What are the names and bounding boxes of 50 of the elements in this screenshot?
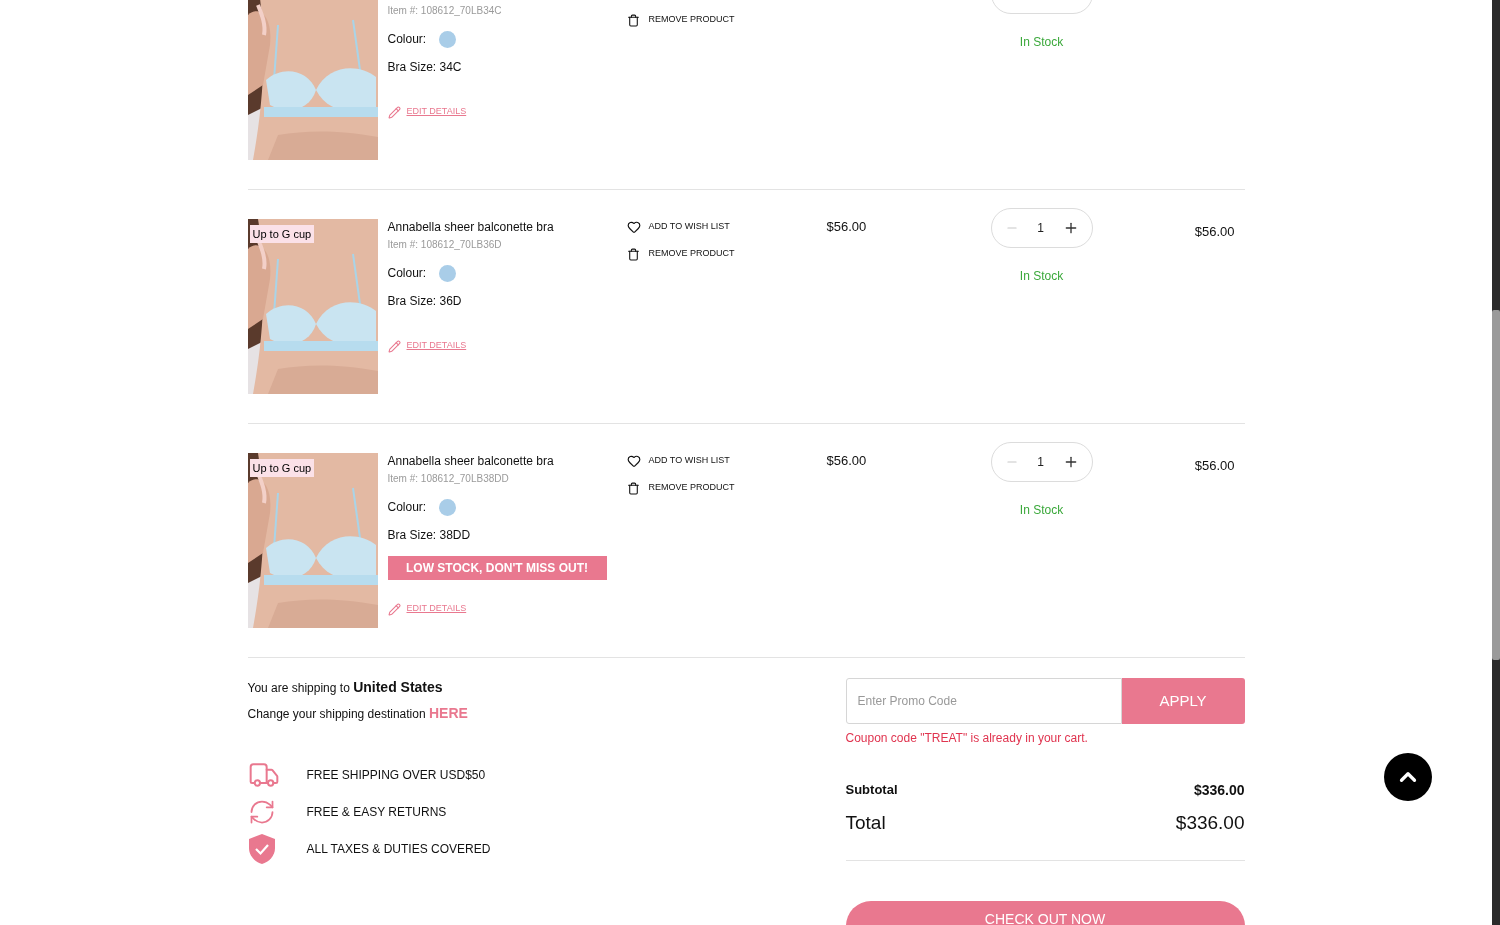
feature-text: ALL TAXES & DUTIES COVERED (306, 840, 491, 858)
pencil-icon (387, 602, 401, 616)
trash-icon (626, 13, 640, 27)
total-label: Total (845, 810, 886, 835)
change-destination-text: Change your shipping destination HERE (247, 704, 469, 723)
low-stock-banner: LOW STOCK, DON'T MISS OUT! (387, 556, 607, 580)
heart-icon (626, 220, 641, 234)
product-name: Annabella sheer balconette bra (387, 453, 555, 469)
item-number: Item #: 108612_70LB38DD (387, 472, 510, 486)
feature-text: FREE & EASY RETURNS (306, 803, 447, 821)
quantity-value: 1 (1037, 220, 1044, 237)
add-to-wish-list-button[interactable]: ADD TO WISH LIST (626, 453, 817, 469)
stock-status: In Stock (1019, 34, 1064, 50)
add-to-wish-list-button[interactable]: ADD TO WISH LIST (626, 219, 817, 235)
shield-check-icon (247, 832, 276, 865)
feature-text: FREE SHIPPING OVER USD$50 (306, 766, 486, 784)
remove-product-button[interactable]: REMOVE PRODUCT (626, 480, 817, 496)
pencil-icon (387, 339, 401, 353)
line-total: $56.00 (1194, 224, 1235, 239)
stock-status: In Stock (1019, 268, 1064, 284)
scrollbar-thumb[interactable] (1492, 310, 1500, 660)
cup-size-badge: Up to G cup (249, 225, 315, 243)
pencil-icon (387, 105, 401, 119)
unit-price: $56.00 (826, 219, 868, 235)
bra-size: Bra Size: 38DD (387, 527, 472, 543)
colour-label: Colour: (387, 31, 427, 48)
back-to-top-button[interactable] (1384, 753, 1432, 801)
unit-price: $56.00 (826, 453, 868, 469)
promo-code-field[interactable]: Enter Promo Code (845, 678, 1122, 724)
line-total: $56.00 (1194, 458, 1235, 473)
total-value: $336.00 (1175, 810, 1245, 835)
bra-size: Bra Size: 34C (387, 59, 463, 75)
coupon-message: Coupon code "TREAT" is already in your cart. (845, 730, 1089, 746)
shipping-country-text: You are shipping to United States (247, 678, 444, 697)
remove-product-button[interactable]: REMOVE PRODUCT (626, 246, 817, 262)
quantity-value: 1 (1037, 454, 1044, 471)
product-name: Annabella sheer balconette bra (387, 219, 555, 235)
stock-status: In Stock (1019, 502, 1064, 518)
cup-size-badge: Up to G cup (249, 459, 315, 477)
colour-label: Colour: (387, 499, 427, 516)
trash-icon (626, 247, 640, 261)
subtotal-label: Subtotal (845, 781, 898, 800)
item-number: Item #: 108612_70LB34C (387, 4, 503, 18)
heart-icon (626, 454, 641, 468)
trash-icon (626, 481, 640, 495)
bra-size: Bra Size: 36D (387, 293, 463, 309)
subtotal-value: $336.00 (1193, 780, 1245, 800)
colour-label: Colour: (387, 265, 427, 282)
item-number: Item #: 108612_70LB36D (387, 238, 503, 252)
remove-product-button[interactable]: REMOVE PRODUCT (626, 12, 817, 28)
